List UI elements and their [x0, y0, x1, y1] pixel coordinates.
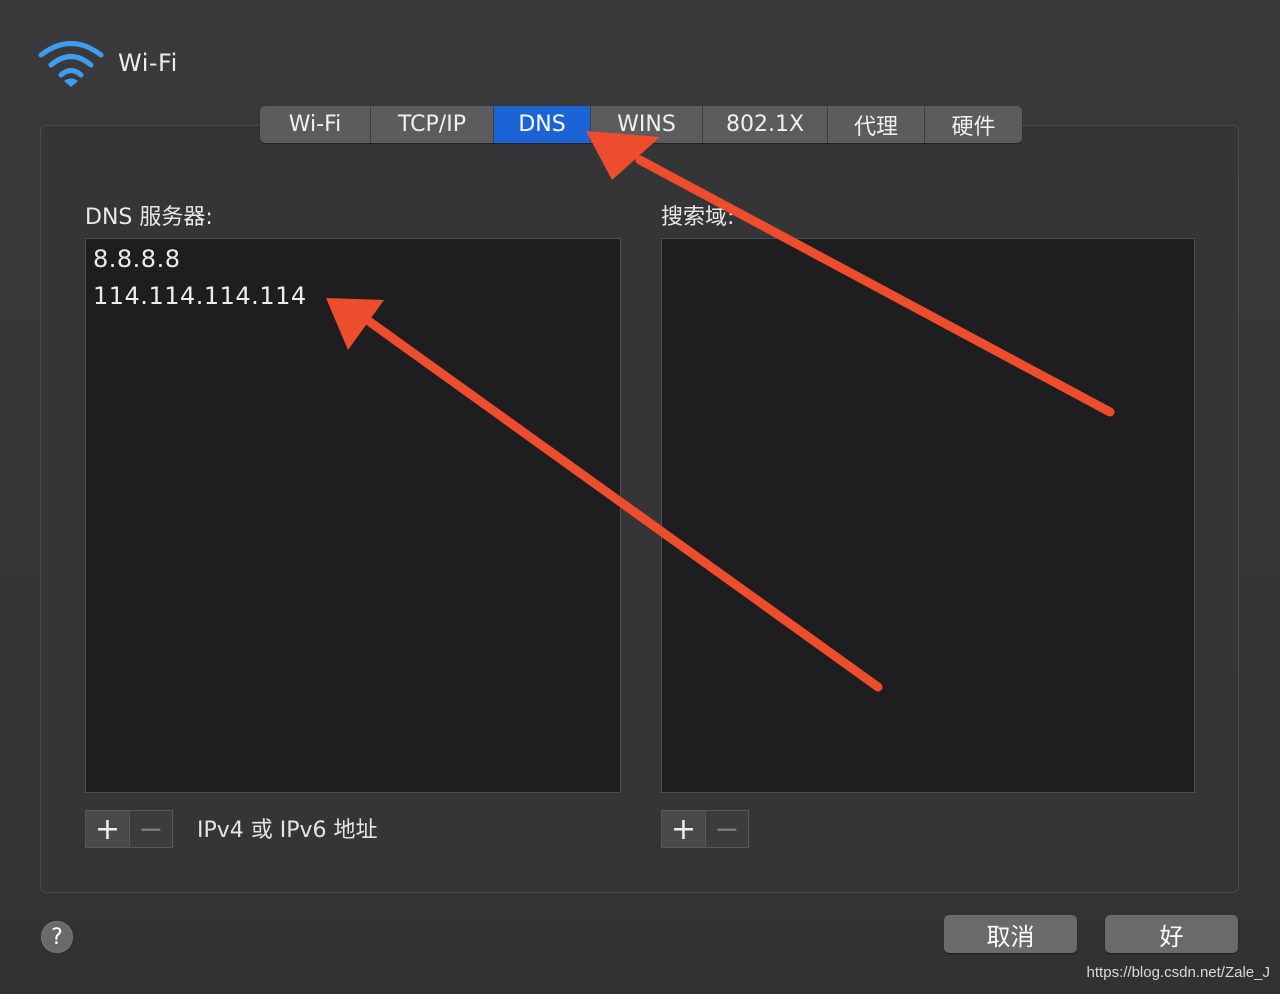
dialog-header: Wi-Fi: [38, 38, 178, 88]
search-remove-button[interactable]: −: [705, 811, 748, 847]
wifi-icon: [38, 41, 104, 87]
network-dialog: Wi-Fi Wi-Fi TCP/IP DNS WINS 802.1X 代理 硬件…: [0, 0, 1280, 994]
list-item[interactable]: 8.8.8.8: [86, 241, 620, 278]
list-item[interactable]: 114.114.114.114: [86, 278, 620, 315]
tab-bar: Wi-Fi TCP/IP DNS WINS 802.1X 代理 硬件: [260, 106, 1022, 143]
watermark: https://blog.csdn.net/Zale_J: [1086, 964, 1270, 981]
search-add-button[interactable]: +: [662, 811, 705, 847]
search-domains-list[interactable]: [661, 238, 1195, 793]
help-button[interactable]: ?: [41, 921, 73, 953]
search-domains-label: 搜索域:: [661, 205, 735, 230]
tab-wins[interactable]: WINS: [591, 106, 703, 143]
dns-servers-label: DNS 服务器:: [85, 205, 213, 230]
cancel-button[interactable]: 取消: [944, 915, 1077, 953]
dns-add-remove: + −: [85, 810, 173, 848]
tab-proxy[interactable]: 代理: [828, 106, 925, 143]
dns-servers-list[interactable]: 8.8.8.8 114.114.114.114: [85, 238, 621, 793]
tab-tcpip[interactable]: TCP/IP: [371, 106, 494, 143]
tab-wifi[interactable]: Wi-Fi: [260, 106, 371, 143]
dialog-title: Wi-Fi: [118, 49, 178, 77]
dns-add-button[interactable]: +: [86, 811, 129, 847]
dns-hint: IPv4 或 IPv6 地址: [197, 818, 378, 843]
search-add-remove: + −: [661, 810, 749, 848]
tab-8021x[interactable]: 802.1X: [703, 106, 828, 143]
tab-dns[interactable]: DNS: [494, 106, 591, 143]
tab-hardware[interactable]: 硬件: [925, 106, 1022, 143]
ok-button[interactable]: 好: [1105, 915, 1238, 953]
dns-remove-button[interactable]: −: [129, 811, 172, 847]
